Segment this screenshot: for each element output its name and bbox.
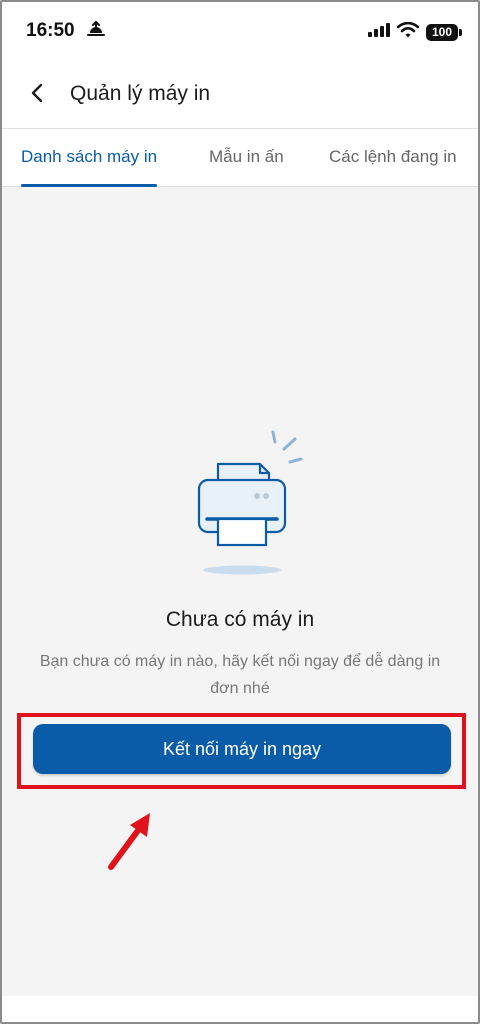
active-tab-indicator: [21, 184, 158, 187]
printer-icon: [178, 422, 318, 582]
connect-printer-button[interactable]: Kết nối máy in ngay: [33, 724, 451, 774]
back-button[interactable]: [20, 78, 54, 112]
app-screen: 16:50 100 Quản lý máy in Danh sách máy i…: [0, 0, 480, 1024]
tab-label: Các lệnh đang in: [329, 147, 457, 166]
tab-bar: Danh sách máy in Mẫu in ấn Các lệnh đang…: [2, 128, 478, 187]
sunrise-icon: [86, 21, 106, 42]
bottom-safe-area: [2, 996, 478, 1022]
chevron-left-icon: [30, 83, 44, 108]
tab-label: Mẫu in ấn: [209, 147, 284, 166]
status-icons: 100: [368, 21, 462, 43]
status-bar: 16:50 100: [2, 2, 478, 62]
tab-printer-list[interactable]: Danh sách máy in: [21, 129, 158, 187]
tab-label: Danh sách máy in: [21, 147, 158, 166]
app-bar: Quản lý máy in: [2, 62, 478, 128]
status-time: 16:50: [26, 20, 75, 41]
empty-state-title: Chưa có máy in: [165, 608, 315, 631]
tab-print-templates[interactable]: Mẫu in ấn: [209, 129, 284, 187]
tab-print-jobs[interactable]: Các lệnh đang in: [329, 129, 457, 187]
page-title: Quản lý máy in: [70, 82, 211, 105]
empty-state-description: Bạn chưa có máy in nào, hãy kết nối ngay…: [39, 653, 441, 697]
battery-indicator: 100: [426, 24, 462, 41]
wifi-icon: [396, 21, 420, 43]
signal-icon: [368, 23, 390, 42]
annotation-arrow-icon: [102, 807, 162, 882]
